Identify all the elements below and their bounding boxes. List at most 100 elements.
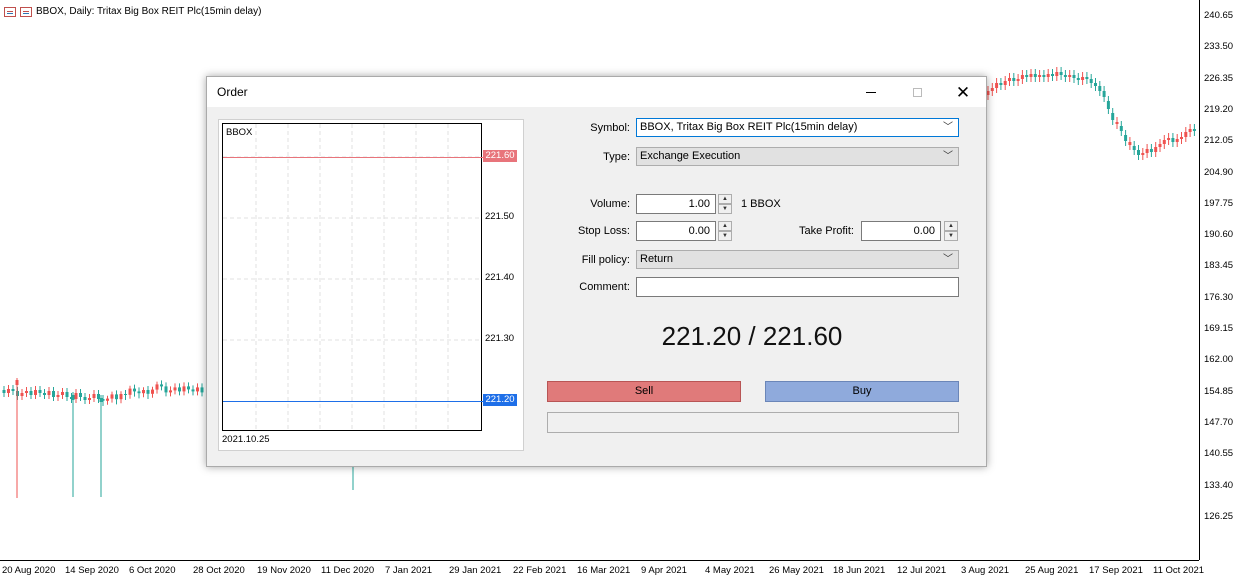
volume-down-icon[interactable]: ▼: [718, 204, 732, 214]
candle: [1106, 96, 1110, 114]
price-axis-label: 240.65: [1204, 10, 1234, 21]
tick-level-label: 221.30: [485, 333, 515, 344]
stop-loss-up-icon[interactable]: ▲: [718, 221, 732, 231]
candle: [995, 78, 999, 93]
take-profit-down-icon[interactable]: ▼: [944, 231, 958, 241]
comment-label: Comment:: [579, 281, 630, 293]
candle: [7, 385, 10, 397]
candle: [191, 385, 195, 396]
dialog-titlebar[interactable]: Order ✕: [207, 77, 986, 107]
close-button[interactable]: ✕: [940, 77, 986, 107]
price-axis-label: 169.15: [1204, 323, 1234, 334]
candle: [1046, 69, 1050, 82]
ask-line: [223, 157, 483, 158]
buy-button[interactable]: Buy: [765, 381, 959, 402]
candle: [124, 390, 127, 400]
price-axis-label: 233.50: [1204, 41, 1234, 53]
candle: [1115, 117, 1119, 129]
volume-input[interactable]: 1.00: [636, 194, 716, 214]
candle: [169, 386, 172, 397]
take-profit-input[interactable]: 0.00: [861, 221, 941, 241]
sell-button[interactable]: Sell: [547, 381, 741, 402]
stop-loss-stepper[interactable]: ▲ ▼: [718, 221, 732, 241]
volume-stepper[interactable]: ▲ ▼: [718, 194, 732, 214]
fill-policy-select[interactable]: Return ﹀: [636, 250, 959, 269]
candle: [79, 389, 82, 401]
type-select[interactable]: Exchange Execution ﹀: [636, 147, 959, 166]
time-axis-label: 12 Jul 2021: [897, 565, 947, 576]
candle: [1016, 74, 1020, 86]
time-axis-label: 20 Aug 2020: [2, 565, 56, 576]
symbol-label: Symbol:: [590, 122, 630, 134]
take-profit-up-icon[interactable]: ▲: [944, 221, 958, 231]
price-axis-label: 133.40: [1204, 479, 1234, 491]
candle: [115, 390, 118, 405]
candle: [1072, 70, 1076, 83]
symbol-select[interactable]: BBOX, Tritax Big Box REIT Plc(15min dela…: [636, 118, 959, 137]
candle: [1124, 130, 1128, 146]
candle: [20, 389, 24, 400]
candle: [1167, 133, 1171, 145]
time-axis-label: 22 Feb 2021: [513, 565, 567, 576]
candle: [1055, 67, 1059, 81]
time-axis-label: 11 Dec 2020: [321, 565, 375, 576]
time-axis-label: 14 Sep 2020: [65, 565, 119, 576]
candle: [119, 391, 123, 404]
maximize-button[interactable]: [894, 77, 940, 107]
candle: [133, 384, 136, 397]
candle: [88, 394, 91, 404]
candle: [1038, 70, 1042, 82]
fill-policy-value: Return: [640, 253, 674, 265]
candle: [1012, 73, 1016, 86]
volume-up-icon[interactable]: ▲: [718, 194, 732, 204]
candle: [92, 390, 96, 402]
candle: [1029, 69, 1033, 82]
candle: [1149, 144, 1153, 157]
comment-input[interactable]: [636, 277, 959, 297]
candle: [146, 386, 150, 399]
time-axis-label: 26 May 2021: [769, 565, 824, 576]
stop-loss-label: Stop Loss:: [578, 225, 630, 237]
take-profit-stepper[interactable]: ▲ ▼: [944, 221, 958, 241]
candle: [142, 387, 145, 398]
candle: [173, 383, 177, 395]
candle: [1042, 70, 1046, 82]
dialog-title: Order: [217, 85, 248, 99]
candle: [38, 386, 42, 397]
candle: [29, 387, 33, 399]
candle: [187, 382, 190, 394]
candle: [1094, 78, 1097, 91]
candle: [56, 391, 60, 401]
type-label: Type:: [603, 151, 630, 163]
candle: [1111, 108, 1115, 125]
time-axis: [0, 560, 1199, 561]
price-axis-label: 197.75: [1204, 197, 1234, 209]
candle: [1081, 72, 1085, 85]
tick-level-label: 221.40: [485, 272, 515, 283]
price-axis-label: 162.00: [1204, 354, 1234, 366]
candle: [1059, 67, 1063, 80]
price-axis-label: 204.90: [1204, 166, 1234, 178]
candle: [1076, 73, 1080, 85]
candle: [61, 388, 64, 399]
candle: [1068, 70, 1072, 82]
candle: [1033, 69, 1037, 82]
tick-chart-date: 2021.10.25: [222, 434, 270, 445]
stop-loss-down-icon[interactable]: ▼: [718, 231, 732, 241]
candle: [1003, 76, 1007, 90]
symbol-value: BBOX, Tritax Big Box REIT Plc(15min dela…: [640, 121, 858, 133]
candle: [178, 383, 181, 396]
candle: [99, 395, 103, 497]
chevron-down-icon: ﹀: [943, 122, 953, 133]
stop-loss-input[interactable]: 0.00: [636, 221, 716, 241]
candle: [1141, 148, 1145, 160]
candle: [1020, 70, 1024, 84]
candle: [71, 392, 75, 497]
minimize-button[interactable]: [848, 77, 894, 107]
candle: [1158, 139, 1162, 152]
candle: [65, 388, 69, 401]
candle: [128, 385, 132, 399]
candle: [1119, 121, 1123, 136]
tick-chart-symbol: BBOX: [226, 127, 253, 138]
time-axis-label: 19 Nov 2020: [257, 565, 311, 576]
